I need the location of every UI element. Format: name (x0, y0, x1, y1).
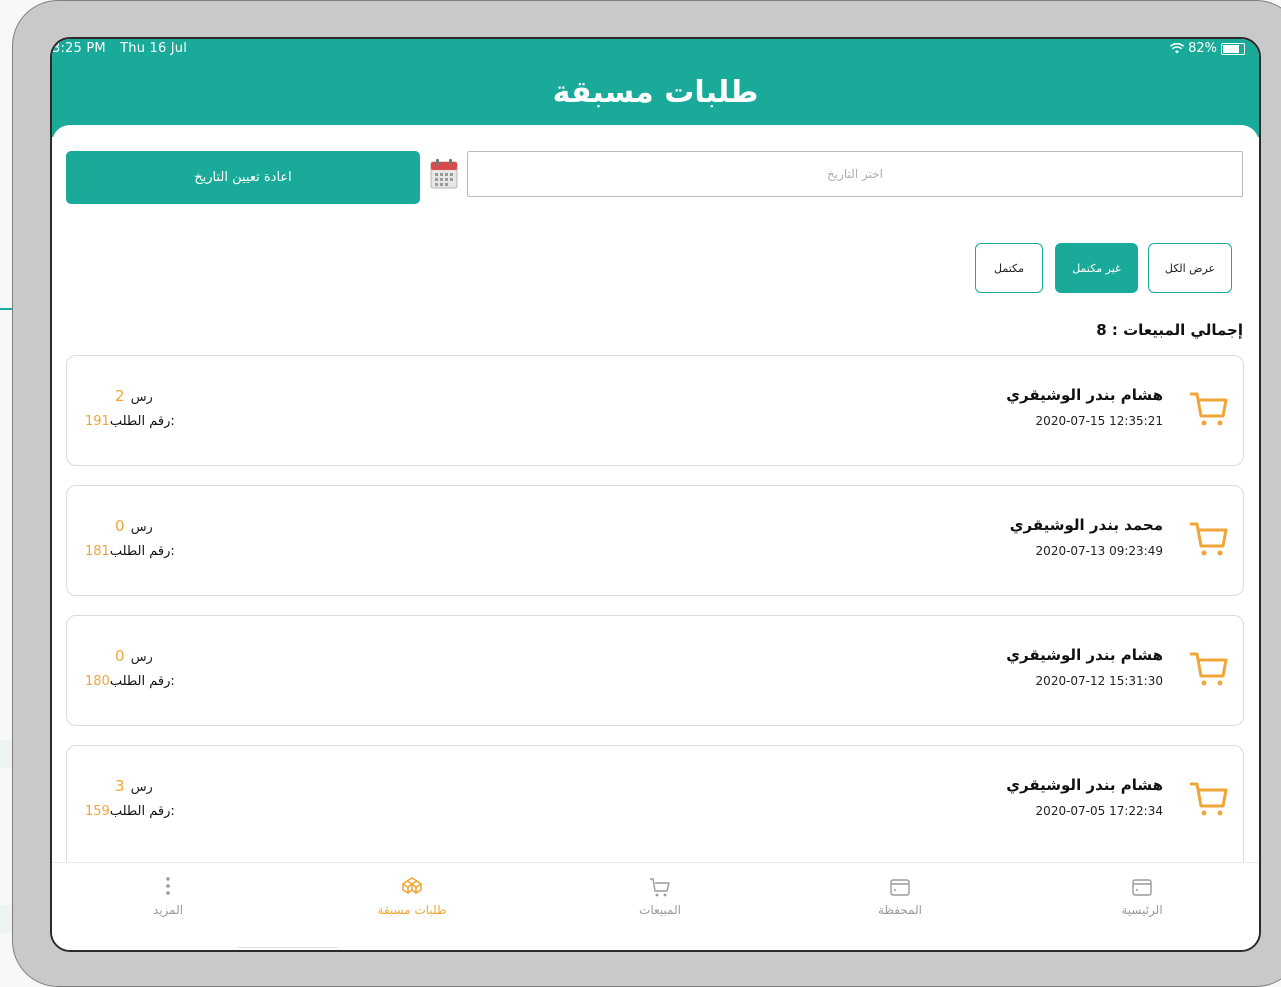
filter-complete-button[interactable]: مكتمل (975, 243, 1043, 293)
battery-icon (1221, 42, 1245, 55)
order-amount: رس 2 (115, 387, 153, 405)
tab-bar: المزيد طلبات مسبقة المبيعات المحفظة الرئ… (52, 862, 1259, 950)
filter-incomplete-button[interactable]: غير مكتمل (1055, 243, 1138, 293)
status-date: Thu 16 Jul (120, 41, 188, 56)
wifi-icon (1170, 43, 1185, 54)
content-sheet: اعادة تعيين التاريخ مكتمل غير مكتمل عرض … (52, 125, 1259, 865)
order-number: 180رقم الطلب: (85, 674, 175, 689)
status-indicators: 82% (1170, 41, 1245, 56)
order-datetime: 2020-07-15 12:35:21 (1035, 414, 1163, 428)
amount-value: 0 (115, 647, 125, 665)
battery-percent: 82% (1188, 41, 1217, 56)
app-header: 3:25 PM Thu 16 Jul 82% طلبات مسبقة (52, 39, 1259, 137)
order-number-value: 191 (85, 414, 110, 429)
tab-preorders[interactable]: طلبات مسبقة (342, 875, 482, 917)
cart-icon (1190, 522, 1228, 556)
order-number-value: 180 (85, 674, 110, 689)
amount-value: 0 (115, 517, 125, 535)
status-time: 3:25 PM (52, 41, 106, 56)
order-amount: رس 0 (115, 517, 153, 535)
status-time-date: 3:25 PM Thu 16 Jul (52, 41, 197, 56)
tab-home[interactable]: الرئيسية (1072, 875, 1212, 917)
decorative-line (0, 308, 12, 310)
status-bar: 3:25 PM Thu 16 Jul 82% (52, 39, 1259, 61)
cart-icon (1190, 392, 1228, 426)
order-card[interactable]: هشام بندر الوشيقري 2020-07-15 12:35:21 ر… (66, 355, 1244, 466)
reset-date-button[interactable]: اعادة تعيين التاريخ (66, 151, 420, 204)
customer-name: محمد بندر الوشيقري (1009, 516, 1163, 534)
order-number-label: رقم الطلب: (109, 544, 175, 559)
order-number-label: رقم الطلب: (109, 414, 175, 429)
total-sales-label: إجمالي المبيعات : 8 (1096, 321, 1243, 339)
page-title: طلبات مسبقة (552, 75, 759, 110)
tab-sales-label: المبيعات (639, 903, 681, 917)
order-card[interactable]: محمد بندر الوشيقري 2020-07-13 09:23:49 ر… (66, 485, 1244, 596)
currency-label: رس (130, 780, 153, 795)
tab-home-label: الرئيسية (1121, 903, 1163, 917)
order-number: 191رقم الطلب: (85, 414, 175, 429)
currency-label: رس (130, 650, 153, 665)
order-number-value: 181 (85, 544, 110, 559)
order-number-label: رقم الطلب: (109, 804, 175, 819)
order-number-value: 159 (85, 804, 110, 819)
cart-outline-icon (650, 878, 670, 897)
app-screen: 3:25 PM Thu 16 Jul 82% طلبات مسبقة اعادة… (50, 37, 1261, 952)
tab-more[interactable]: المزيد (98, 875, 238, 917)
tab-preorders-label: طلبات مسبقة (377, 903, 447, 917)
cart-icon (1190, 652, 1228, 686)
filter-all-button[interactable]: عرض الكل (1148, 243, 1232, 293)
calendar-icon[interactable] (430, 159, 458, 189)
date-picker-input[interactable] (467, 151, 1243, 197)
tab-wallet[interactable]: المحفظة (830, 875, 970, 917)
wallet-icon (890, 879, 910, 896)
home-wallet-icon (1132, 879, 1152, 896)
currency-label: رس (130, 520, 153, 535)
home-indicator (238, 947, 338, 948)
amount-value: 3 (115, 777, 125, 795)
order-number-label: رقم الطلب: (109, 674, 175, 689)
order-amount: رس 0 (115, 647, 153, 665)
order-datetime: 2020-07-05 17:22:34 (1035, 804, 1163, 818)
order-card[interactable]: هشام بندر الوشيقري 2020-07-12 15:31:30 ر… (66, 615, 1244, 726)
currency-label: رس (130, 390, 153, 405)
order-datetime: 2020-07-13 09:23:49 (1035, 544, 1163, 558)
tab-wallet-label: المحفظة (877, 903, 923, 917)
order-datetime: 2020-07-12 15:31:30 (1035, 674, 1163, 688)
order-number: 181رقم الطلب: (85, 544, 175, 559)
tab-sales[interactable]: المبيعات (590, 875, 730, 917)
tab-more-label: المزيد (152, 903, 184, 917)
order-card[interactable]: هشام بندر الوشيقري 2020-07-05 17:22:34 ر… (66, 745, 1244, 863)
customer-name: هشام بندر الوشيقري (1006, 776, 1163, 794)
amount-value: 2 (115, 387, 125, 405)
customer-name: هشام بندر الوشيقري (1006, 646, 1163, 664)
boxes-icon (402, 877, 422, 894)
order-number: 159رقم الطلب: (85, 804, 175, 819)
order-amount: رس 3 (115, 777, 153, 795)
more-dots-icon (166, 877, 170, 895)
cart-icon (1190, 782, 1228, 816)
customer-name: هشام بندر الوشيقري (1006, 386, 1163, 404)
